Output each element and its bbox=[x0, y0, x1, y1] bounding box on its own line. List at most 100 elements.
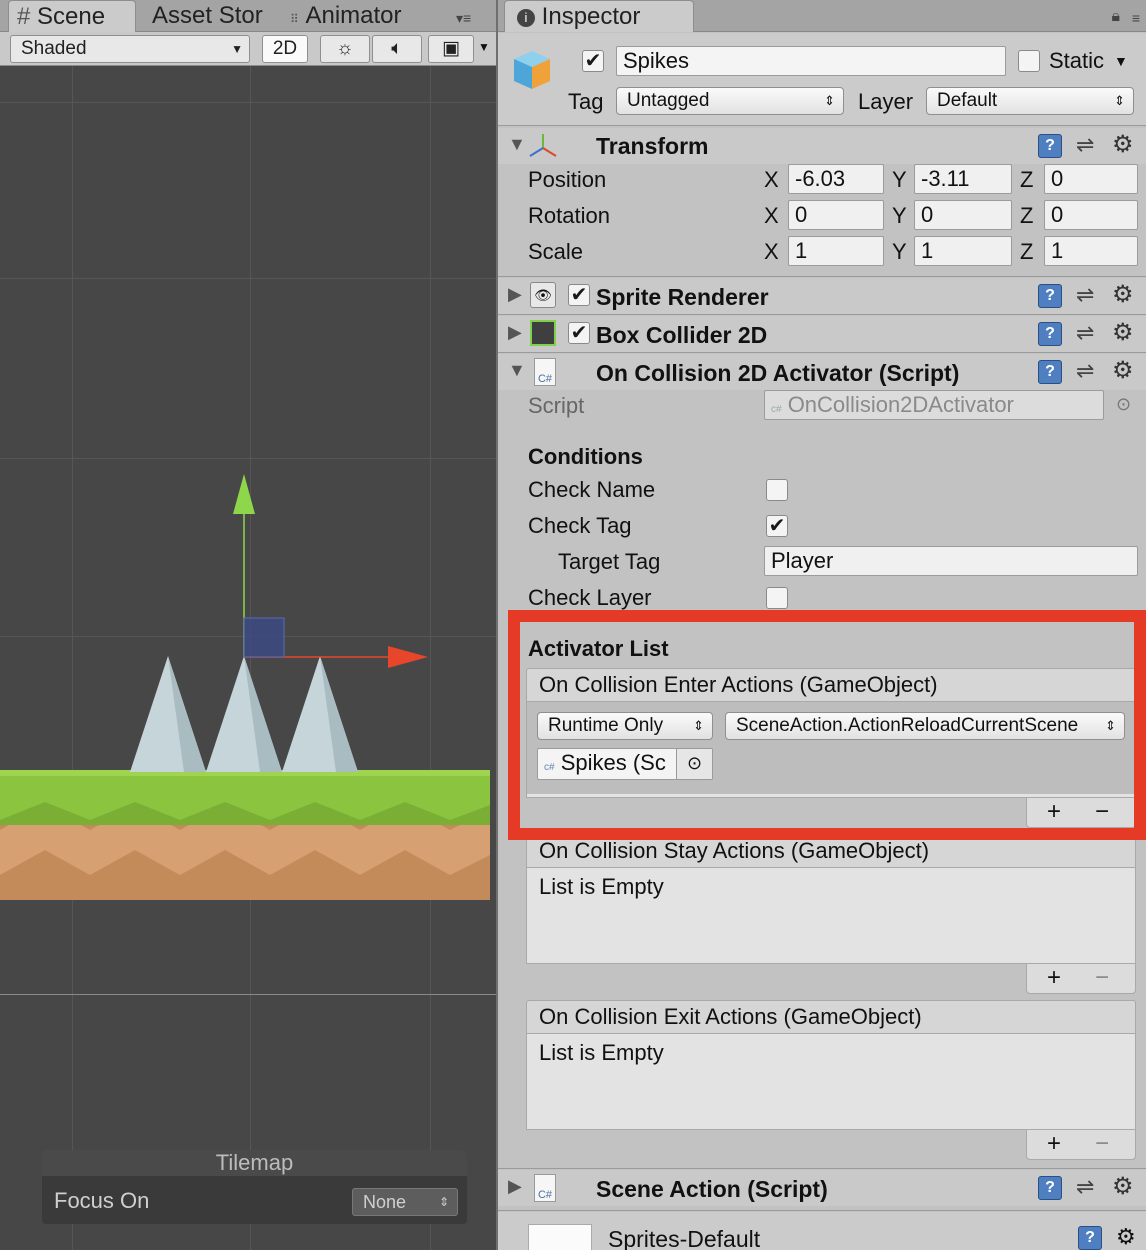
scene-action-header[interactable]: ▶ C# Scene Action (Script) ? ⇌ ⚙ bbox=[498, 1170, 1146, 1206]
check-layer-checkbox[interactable] bbox=[766, 587, 788, 609]
rotation-x-field[interactable]: 0 bbox=[788, 200, 884, 230]
call-state-dropdown[interactable]: Runtime Only ⇕ bbox=[537, 712, 713, 740]
chevron-down-icon[interactable]: ▼ bbox=[478, 40, 490, 54]
csharp-file-icon: c# bbox=[544, 762, 555, 773]
tab-asset-store[interactable]: Asset Stor bbox=[152, 0, 266, 32]
help-icon[interactable]: ? bbox=[1038, 284, 1062, 308]
tag-dropdown[interactable]: Untagged ⇕ bbox=[616, 87, 844, 115]
presets-icon[interactable]: ⇌ bbox=[1076, 1174, 1094, 1200]
audio-toggle[interactable]: 🔈︎ bbox=[372, 35, 422, 63]
box-collider-header[interactable]: ▶ ✔ Box Collider 2D ? ⇌ ⚙ bbox=[498, 316, 1146, 352]
activator-list-header: Activator List bbox=[528, 636, 669, 661]
sun-icon: ☼ bbox=[336, 38, 354, 59]
scale-z-field[interactable]: 1 bbox=[1044, 236, 1138, 266]
position-label: Position bbox=[528, 167, 607, 192]
foldout-closed-icon[interactable]: ▶ bbox=[508, 1176, 522, 1197]
transform-header[interactable]: ▼ Transform ? ⇌ ⚙ bbox=[498, 128, 1146, 164]
2d-mode-button[interactable]: 2D bbox=[262, 35, 308, 63]
scene-canvas[interactable] bbox=[0, 460, 496, 920]
lighting-toggle[interactable]: ☼ bbox=[320, 35, 370, 63]
scene-view-panel[interactable]: # Scene Asset Stor ⠿ Animator ▾≡ Shaded … bbox=[0, 0, 496, 1250]
scene-toolbar: Shaded ▼ 2D ☼ 🔈︎ ▣ ▼ bbox=[0, 32, 496, 66]
material-header[interactable]: Sprites-Default ? ⚙ bbox=[498, 1212, 1146, 1250]
foldout-open-icon[interactable]: ▼ bbox=[508, 134, 526, 155]
focus-on-dropdown[interactable]: None ⇕ bbox=[352, 1188, 458, 1216]
grid-line bbox=[0, 994, 496, 995]
move-gizmo[interactable] bbox=[233, 474, 428, 668]
help-icon[interactable]: ? bbox=[1038, 322, 1062, 346]
gear-icon[interactable]: ⚙ bbox=[1112, 130, 1134, 159]
position-z-field[interactable]: 0 bbox=[1044, 164, 1138, 194]
component-header-icons: ? ⇌ ⚙ bbox=[1038, 130, 1142, 162]
target-tag-value: Player bbox=[771, 548, 834, 573]
gizmo-y-arrow-icon[interactable] bbox=[233, 474, 255, 514]
component-header-icons: ? ⇌ ⚙ bbox=[1038, 280, 1142, 312]
help-icon[interactable]: ? bbox=[1038, 360, 1062, 384]
panel-menu-icon[interactable]: ▾≡ bbox=[456, 10, 471, 27]
gear-icon[interactable]: ⚙ bbox=[1112, 1172, 1134, 1201]
help-icon[interactable]: ? bbox=[1038, 134, 1062, 158]
rotation-y-field[interactable]: 0 bbox=[914, 200, 1012, 230]
panel-menu-icon[interactable]: ≡ bbox=[1132, 10, 1140, 26]
shading-mode-label: Shaded bbox=[21, 38, 87, 59]
add-element-button[interactable]: + bbox=[1047, 964, 1061, 992]
tab-animator[interactable]: ⠿ Animator bbox=[290, 0, 430, 32]
check-name-checkbox[interactable] bbox=[766, 479, 788, 501]
spikes-sprite[interactable] bbox=[130, 656, 358, 772]
scale-z-value: 1 bbox=[1051, 238, 1064, 263]
gear-icon[interactable]: ⚙ bbox=[1112, 356, 1134, 385]
object-name-input[interactable]: Spikes bbox=[616, 46, 1006, 76]
position-x-field[interactable]: -6.03 bbox=[788, 164, 884, 194]
box-collider-enabled-checkbox[interactable]: ✔ bbox=[568, 322, 590, 344]
target-tag-input[interactable]: Player bbox=[764, 546, 1138, 576]
gear-icon[interactable]: ⚙ bbox=[1116, 1224, 1136, 1250]
add-element-button[interactable]: + bbox=[1047, 1130, 1061, 1158]
presets-icon[interactable]: ⇌ bbox=[1076, 320, 1094, 346]
rotation-z-field[interactable]: 0 bbox=[1044, 200, 1138, 230]
active-checkbox[interactable]: ✔ bbox=[582, 50, 604, 72]
foldout-closed-icon[interactable]: ▶ bbox=[508, 322, 522, 343]
help-icon[interactable]: ? bbox=[1038, 1176, 1062, 1200]
divider bbox=[498, 314, 1146, 315]
shading-mode-dropdown[interactable]: Shaded ▼ bbox=[10, 35, 250, 63]
scene-action-title: Scene Action (Script) bbox=[596, 1176, 828, 1202]
gizmo-x-arrow-icon[interactable] bbox=[388, 646, 428, 668]
check-name-label: Check Name bbox=[528, 477, 656, 502]
object-header: ✔ Spikes Static ▼ Tag Untagged ⇕ Layer D… bbox=[498, 33, 1146, 125]
presets-icon[interactable]: ⇌ bbox=[1076, 132, 1094, 158]
check-tag-checkbox[interactable]: ✔ bbox=[766, 515, 788, 537]
lock-icon[interactable]: 🔒︎ bbox=[1111, 8, 1120, 26]
chevron-down-icon[interactable]: ▼ bbox=[1114, 53, 1128, 69]
scale-x-field[interactable]: 1 bbox=[788, 236, 884, 266]
sprite-renderer-header[interactable]: ▶ 👁︎ ✔ Sprite Renderer ? ⇌ ⚙ bbox=[498, 278, 1146, 314]
object-picker-icon[interactable]: ⊙ bbox=[676, 749, 712, 779]
gizmo-plane-handle[interactable] bbox=[243, 617, 285, 658]
presets-icon[interactable]: ⇌ bbox=[1076, 358, 1094, 384]
remove-element-button[interactable]: − bbox=[1095, 798, 1109, 826]
static-checkbox[interactable] bbox=[1018, 50, 1040, 72]
position-y-field[interactable]: -3.11 bbox=[914, 164, 1012, 194]
help-icon[interactable]: ? bbox=[1078, 1226, 1102, 1250]
scale-y-field[interactable]: 1 bbox=[914, 236, 1012, 266]
presets-icon[interactable]: ⇌ bbox=[1076, 282, 1094, 308]
foldout-open-icon[interactable]: ▼ bbox=[508, 360, 526, 381]
sprite-renderer-icon: 👁︎ bbox=[530, 282, 556, 308]
tab-inspector[interactable]: i Inspector bbox=[504, 0, 694, 32]
tab-scene[interactable]: # Scene bbox=[8, 0, 136, 32]
add-element-button[interactable]: + bbox=[1047, 798, 1061, 826]
tilemap-overlay: Tilemap Focus On None ⇕ bbox=[42, 1150, 467, 1224]
layer-dropdown[interactable]: Default ⇕ bbox=[926, 87, 1134, 115]
object-picker-icon[interactable]: ⊙ bbox=[1116, 394, 1131, 415]
sprite-renderer-enabled-checkbox[interactable]: ✔ bbox=[568, 284, 590, 306]
foldout-closed-icon[interactable]: ▶ bbox=[508, 284, 522, 305]
function-dropdown[interactable]: SceneAction.ActionReloadCurrentScene ⇕ bbox=[725, 712, 1125, 740]
panel-splitter[interactable] bbox=[496, 0, 498, 1250]
gear-icon[interactable]: ⚙ bbox=[1112, 318, 1134, 347]
effects-toggle[interactable]: ▣ bbox=[428, 35, 474, 63]
position-y-value: -3.11 bbox=[921, 166, 970, 191]
target-object-field[interactable]: c# Spikes (Sc ⊙ bbox=[537, 748, 713, 780]
tab-inspector-label: Inspector bbox=[541, 3, 641, 30]
activator-header[interactable]: ▼ C# On Collision 2D Activator (Script) … bbox=[498, 354, 1146, 390]
call-state-value: Runtime Only bbox=[548, 715, 664, 736]
gear-icon[interactable]: ⚙ bbox=[1112, 280, 1134, 309]
